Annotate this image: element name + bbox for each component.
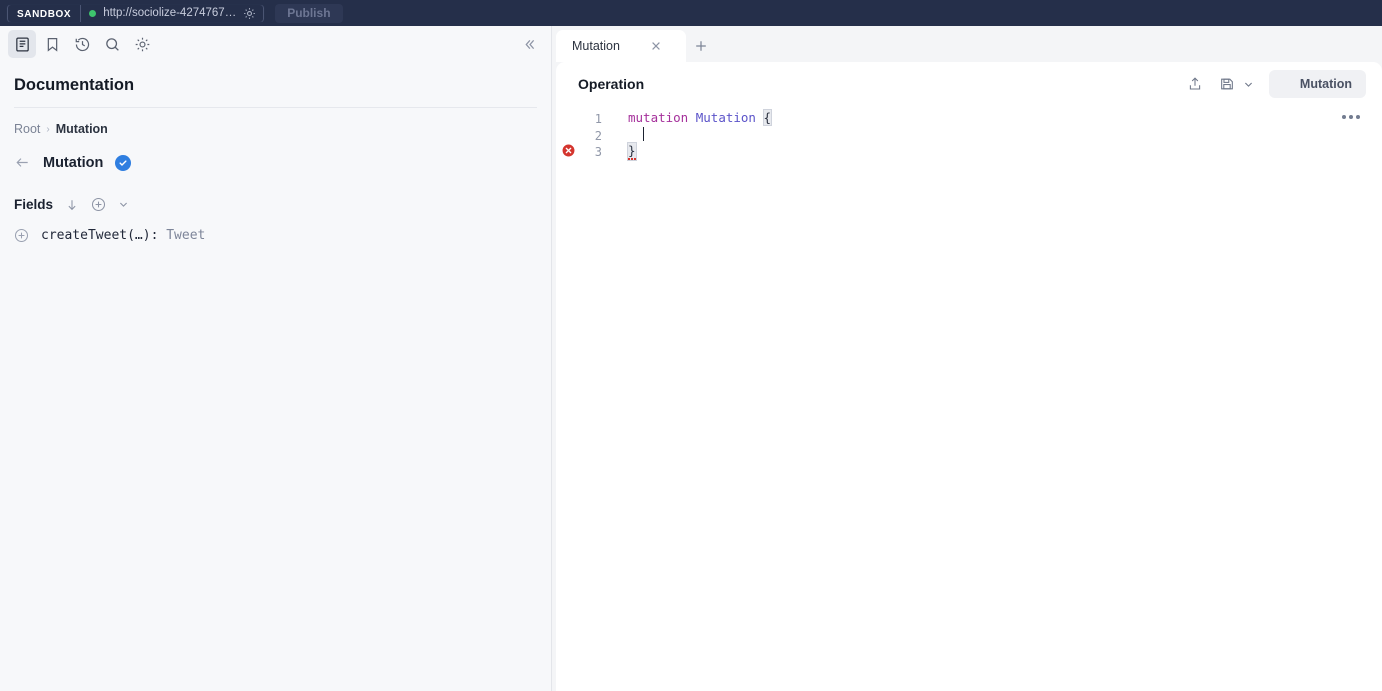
run-operation-button[interactable]: Mutation: [1268, 70, 1366, 98]
check-circle-icon: [115, 154, 132, 171]
gutter-marker: [556, 110, 580, 111]
sidebar-item-history[interactable]: [68, 30, 96, 58]
chevron-down-icon[interactable]: [118, 199, 129, 210]
documentation-panel: Documentation Root › Mutation Mutation F…: [0, 26, 552, 691]
tab-mutation[interactable]: Mutation: [556, 30, 686, 62]
operation-actions: Mutation: [1181, 70, 1366, 98]
status-dot-icon: [89, 9, 97, 17]
line-number: 1: [594, 112, 602, 126]
operation-title: Operation: [578, 76, 645, 92]
tab-strip: Mutation: [552, 26, 1382, 62]
sandbox-badge: SANDBOX: [7, 4, 81, 22]
line-number: 3: [594, 145, 602, 159]
code-text[interactable]: [602, 126, 645, 144]
code-editor[interactable]: 1 mutation Mutation { 2 3}: [556, 106, 1382, 161]
save-icon[interactable]: [1213, 70, 1241, 98]
code-keyword: mutation: [628, 110, 689, 125]
operation-panel: Mutation Operation Mutation 1 mutation M…: [552, 26, 1382, 691]
share-icon[interactable]: [1181, 70, 1209, 98]
collapse-sidebar-button[interactable]: [515, 30, 543, 58]
gear-icon[interactable]: [243, 7, 256, 20]
error-circle-icon[interactable]: [556, 143, 580, 157]
run-button-label: Mutation: [1299, 77, 1352, 91]
code-text[interactable]: }: [602, 142, 637, 161]
field-type: Tweet: [158, 228, 206, 243]
breadcrumb: Root › Mutation: [0, 108, 551, 136]
sidebar-item-documentation[interactable]: [8, 30, 36, 58]
sandbox-url-group: SANDBOX http://sociolize-4274767…: [6, 3, 266, 23]
operation-header: Operation Mutation: [556, 62, 1382, 106]
arrow-down-icon[interactable]: [65, 198, 79, 212]
type-header: Mutation: [0, 136, 551, 171]
plus-circle-icon[interactable]: [14, 228, 29, 243]
arrow-left-icon[interactable]: [14, 154, 31, 171]
text-caret: [643, 126, 645, 141]
plus-circle-icon[interactable]: [91, 197, 106, 212]
breadcrumb-current: Mutation: [55, 122, 108, 136]
gutter-marker: [556, 127, 580, 128]
operation-card: Operation Mutation 1 mutation Mutation {…: [556, 62, 1382, 691]
field-name: createTweet(…):: [41, 228, 159, 243]
list-item[interactable]: createTweet(…): Tweet: [0, 212, 551, 243]
code-text[interactable]: mutation Mutation {: [602, 109, 772, 127]
page-title: Documentation: [14, 76, 135, 94]
code-close-brace: }: [627, 142, 637, 161]
sidebar-item-bookmarks[interactable]: [38, 30, 66, 58]
sidebar-item-search[interactable]: [98, 30, 126, 58]
code-line: 2: [556, 126, 1382, 144]
new-tab-button[interactable]: [686, 30, 716, 62]
code-line: 1 mutation Mutation {: [556, 109, 1382, 127]
main-split: Documentation Root › Mutation Mutation F…: [0, 26, 1382, 691]
publish-button[interactable]: Publish: [275, 3, 343, 23]
breadcrumb-separator: ›: [46, 123, 50, 135]
field-signature: createTweet(…): Tweet: [41, 228, 205, 243]
fields-label: Fields: [14, 197, 54, 212]
close-icon[interactable]: [650, 40, 662, 52]
code-open-brace: {: [762, 109, 772, 126]
sandbox-url-text: http://sociolize-4274767…: [103, 7, 237, 19]
tab-label: Mutation: [572, 39, 620, 53]
sandbox-url-box[interactable]: http://sociolize-4274767…: [80, 4, 265, 22]
save-group: [1213, 70, 1257, 98]
line-number: 2: [594, 128, 602, 143]
sandbox-topbar: SANDBOX http://sociolize-4274767… Publis…: [0, 0, 1382, 26]
type-name: Mutation: [43, 154, 104, 171]
fields-header: Fields: [0, 171, 551, 212]
breadcrumb-root[interactable]: Root: [14, 122, 40, 136]
sidebar-item-settings[interactable]: [128, 30, 156, 58]
code-operation-name: Mutation: [695, 110, 756, 125]
play-icon: [1279, 78, 1292, 91]
sidebar-toolbar: [0, 26, 551, 62]
code-line: 3 }: [556, 142, 1382, 161]
chevron-down-icon[interactable]: [1241, 70, 1257, 98]
